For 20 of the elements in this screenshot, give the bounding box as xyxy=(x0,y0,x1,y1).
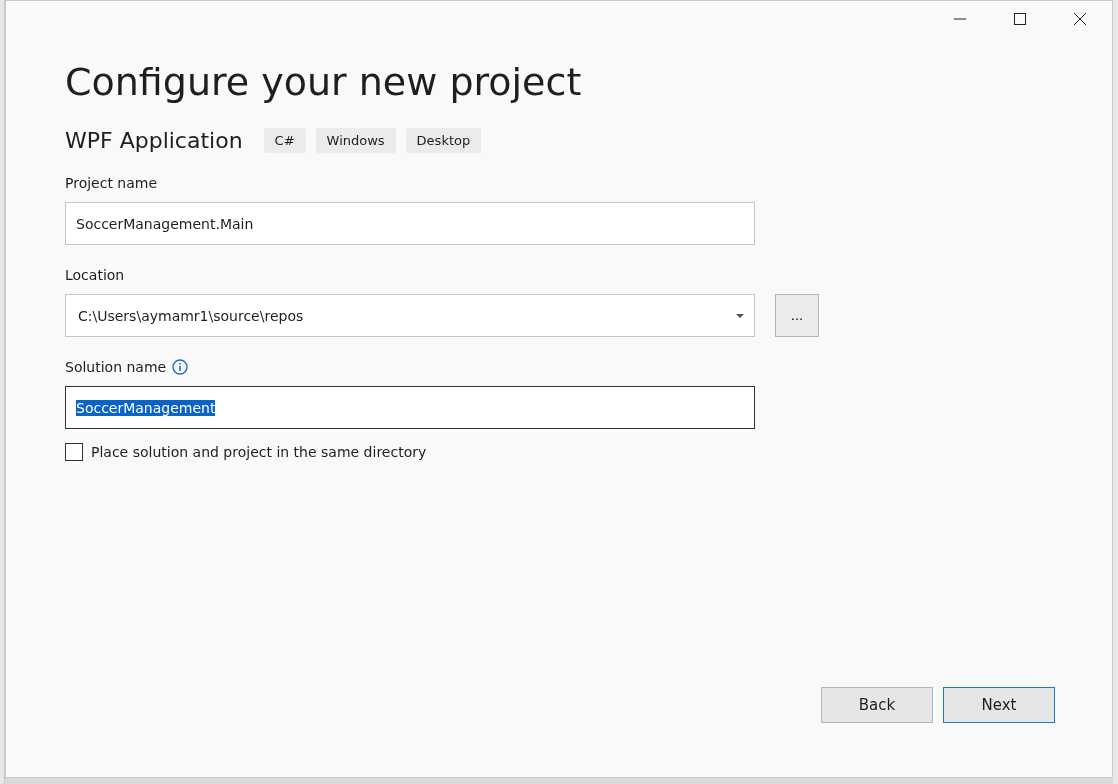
field-label: Solution name xyxy=(65,359,167,375)
field-label: Project name xyxy=(65,175,158,191)
template-name: WPF Application xyxy=(65,128,243,153)
next-button[interactable]: Next xyxy=(943,687,1055,723)
caret-icon xyxy=(736,313,744,318)
checkbox-label: Place solution and project in the same directory xyxy=(91,444,427,460)
dialog-title: Configure your new project xyxy=(65,59,583,106)
back-button[interactable]: Back xyxy=(821,687,933,723)
text-field[interactable]: SoccerManagement xyxy=(65,386,755,429)
location-dropdown[interactable]: C:\Users\aymamr1\source\repos xyxy=(65,294,755,337)
maximize-icon[interactable] xyxy=(1013,12,1027,26)
tag-label: Windows xyxy=(315,128,396,153)
checkbox[interactable] xyxy=(65,443,83,461)
info-icon[interactable] xyxy=(172,359,189,375)
close-icon[interactable] xyxy=(1073,12,1087,26)
field-label: Location xyxy=(65,267,125,283)
text-field[interactable]: SoccerManagement.Main xyxy=(65,202,755,245)
tag-label: Desktop xyxy=(405,128,482,153)
browse-button[interactable]: ... xyxy=(775,294,819,337)
tag-label: C# xyxy=(263,128,306,153)
